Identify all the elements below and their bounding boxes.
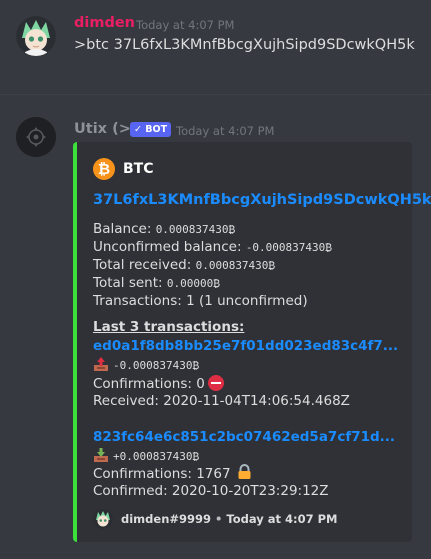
balance-label: Balance:	[93, 221, 152, 237]
total-sent-label: Total sent:	[93, 275, 163, 291]
user-avatar[interactable]	[16, 16, 56, 56]
unconfirmed-label: Unconfirmed balance:	[93, 239, 242, 255]
transactions-count: Transactions: 1 (1 unconfirmed)	[93, 293, 308, 309]
tx1-confirmations-line: Confirmations: 0	[93, 375, 224, 392]
footer-avatar	[93, 509, 113, 529]
message-dimden: dimden Today at 4:07 PM >btc 37L6fxL3KMn…	[0, 0, 431, 94]
lock-icon	[237, 464, 252, 484]
tx2-hash-link[interactable]: 823fc64e6c851c2bc07462ed5a7cf71d...	[93, 429, 395, 445]
tx2-confirmations: Confirmations: 1767	[93, 466, 231, 482]
bot-tag: ✓ BOT	[130, 122, 172, 137]
total-received-value: 0.000837430₿	[195, 259, 276, 272]
footer-time: Today at 4:07 PM	[226, 512, 338, 526]
no-entry-icon	[207, 375, 224, 391]
tx1-amount: -0.000837430₿	[113, 359, 200, 372]
total-sent-line: Total sent: 0.00000₿	[93, 275, 220, 291]
unconfirmed-line: Unconfirmed balance: -0.000837430₿	[93, 239, 332, 255]
last-transactions-heading: Last 3 transactions:	[93, 319, 245, 335]
tx2-confirmed: Confirmed: 2020-10-20T23:29:12Z	[93, 483, 329, 499]
tx2-amount-line: +0.000837430₿	[93, 447, 199, 464]
bot-tag-label: BOT	[145, 124, 168, 135]
unconfirmed-value: -0.000837430₿	[245, 241, 332, 254]
tx1-hash-link[interactable]: ed0a1f8db8bb25e7f01dd023ed83c4f7...	[93, 338, 398, 354]
author-name[interactable]: dimden	[74, 15, 135, 31]
tx2-confirmations-line: Confirmations: 1767	[93, 464, 252, 484]
total-received-label: Total received:	[93, 257, 192, 273]
footer-user: dimden#9999	[121, 512, 212, 526]
bitcoin-icon: ₿	[93, 158, 115, 180]
author-name[interactable]: Utix (>)	[74, 121, 137, 137]
verified-check-icon: ✓	[134, 124, 142, 135]
total-received-line: Total received: 0.000837430₿	[93, 257, 275, 273]
inbox-tray-icon	[93, 447, 109, 463]
tx1-confirmations: Confirmations: 0	[93, 376, 205, 392]
footer-separator: •	[215, 512, 223, 526]
tx2-amount: +0.000837430₿	[113, 450, 200, 463]
balance-line: Balance: 0.000837430₿	[93, 221, 235, 237]
bot-avatar[interactable]	[16, 117, 56, 157]
tx1-received: Received: 2020-11-04T14:06:54.468Z	[93, 393, 350, 409]
address-link[interactable]: 37L6fxL3KMnfBbcgXujhSipd9SDcwkQH5k	[93, 192, 431, 208]
embed-footer: dimden#9999 • Today at 4:07 PM	[121, 512, 338, 526]
total-sent-value: 0.00000₿	[166, 277, 220, 290]
message-content: >btc 37L6fxL3KMnfBbcgXujhSipd9SDcwkQH5k	[74, 37, 415, 53]
embed-title: BTC	[123, 161, 154, 177]
outbox-tray-icon	[93, 356, 109, 372]
balance-value: 0.000837430₿	[155, 223, 236, 236]
message-timestamp: Today at 4:07 PM	[176, 124, 275, 138]
message-timestamp: Today at 4:07 PM	[136, 18, 235, 32]
btc-embed: ₿ BTC 37L6fxL3KMnfBbcgXujhSipd9SDcwkQH5k…	[73, 142, 431, 542]
tx1-amount-line: -0.000837430₿	[93, 356, 199, 373]
